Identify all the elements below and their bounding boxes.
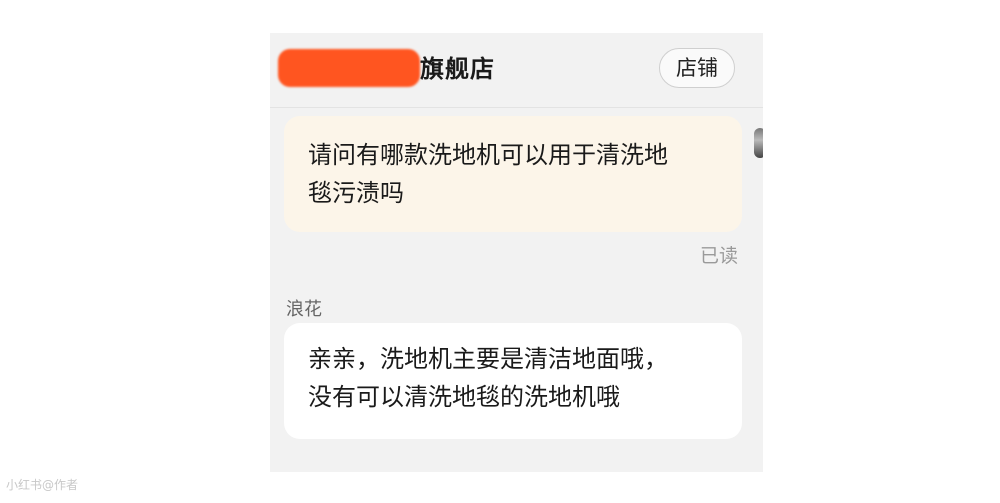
- incoming-message-bubble[interactable]: 亲亲，洗地机主要是清洁地面哦， 没有可以清洗地毯的洗地机哦: [284, 323, 742, 439]
- redacted-shop-name: [278, 49, 420, 87]
- store-button[interactable]: 店铺: [659, 48, 735, 88]
- chat-screen: 旗舰店 店铺 请问有哪款洗地机可以用于清洗地 毯污渍吗 已读 浪花 亲亲，洗地机…: [270, 33, 763, 472]
- user-avatar[interactable]: [754, 128, 763, 158]
- watermark: 小红书@作者: [6, 478, 79, 492]
- shop-name[interactable]: 旗舰店: [420, 52, 495, 86]
- message-text-line: 毯污渍吗: [308, 179, 404, 207]
- read-status: 已读: [700, 245, 739, 267]
- chat-header: 旗舰店 店铺: [270, 33, 763, 108]
- message-text-line: 请问有哪款洗地机可以用于清洗地: [308, 141, 668, 169]
- agent-name: 浪花: [286, 299, 322, 320]
- message-text-line: 亲亲，洗地机主要是清洁地面哦，: [308, 345, 668, 373]
- message-text-line: 没有可以清洗地毯的洗地机哦: [308, 383, 620, 411]
- outgoing-message-bubble[interactable]: 请问有哪款洗地机可以用于清洗地 毯污渍吗: [284, 116, 742, 232]
